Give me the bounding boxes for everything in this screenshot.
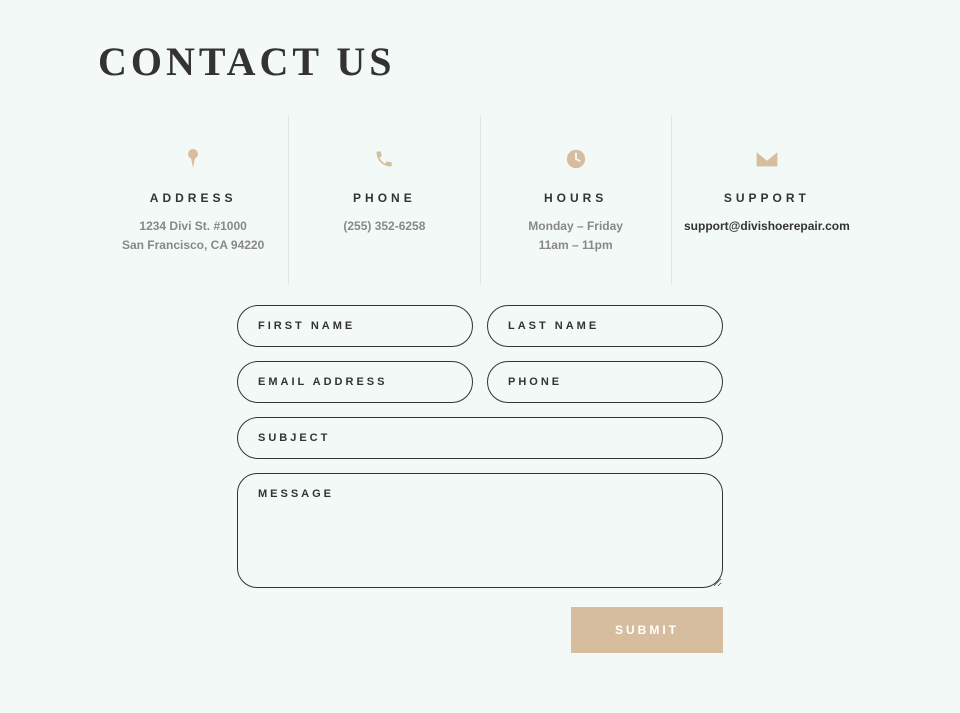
email-input[interactable]	[237, 361, 473, 403]
address-line-1: 1234 Divi St. #1000	[108, 217, 278, 236]
message-textarea[interactable]	[237, 473, 723, 588]
phone-body: (255) 352-6258	[299, 217, 469, 236]
mail-icon	[682, 145, 852, 173]
subject-input[interactable]	[237, 417, 723, 459]
address-body: 1234 Divi St. #1000 San Francisco, CA 94…	[108, 217, 278, 255]
hours-block: HOURS Monday – Friday 11am – 11pm	[480, 115, 671, 285]
hours-line-2: 11am – 11pm	[491, 236, 661, 255]
address-line-2: San Francisco, CA 94220	[108, 236, 278, 255]
page-title: CONTACT US	[98, 38, 960, 85]
hours-body: Monday – Friday 11am – 11pm	[491, 217, 661, 255]
support-body[interactable]: support@divishoerepair.com	[682, 217, 852, 236]
hours-title: HOURS	[491, 191, 661, 205]
phone-block: PHONE (255) 352-6258	[288, 115, 479, 285]
first-name-input[interactable]	[237, 305, 473, 347]
clock-icon	[491, 145, 661, 173]
last-name-input[interactable]	[487, 305, 723, 347]
phone-line: (255) 352-6258	[299, 217, 469, 236]
address-title: ADDRESS	[108, 191, 278, 205]
pin-icon	[108, 145, 278, 173]
phone-title: PHONE	[299, 191, 469, 205]
submit-button[interactable]: SUBMIT	[571, 607, 723, 653]
address-block: ADDRESS 1234 Divi St. #1000 San Francisc…	[98, 115, 288, 285]
hours-line-1: Monday – Friday	[491, 217, 661, 236]
support-title: SUPPORT	[682, 191, 852, 205]
phone-input[interactable]	[487, 361, 723, 403]
support-email[interactable]: support@divishoerepair.com	[682, 217, 852, 236]
support-block: SUPPORT support@divishoerepair.com	[671, 115, 862, 285]
phone-icon	[299, 145, 469, 173]
contact-info-row: ADDRESS 1234 Divi St. #1000 San Francisc…	[98, 115, 862, 285]
contact-form: SUBMIT	[237, 305, 723, 653]
